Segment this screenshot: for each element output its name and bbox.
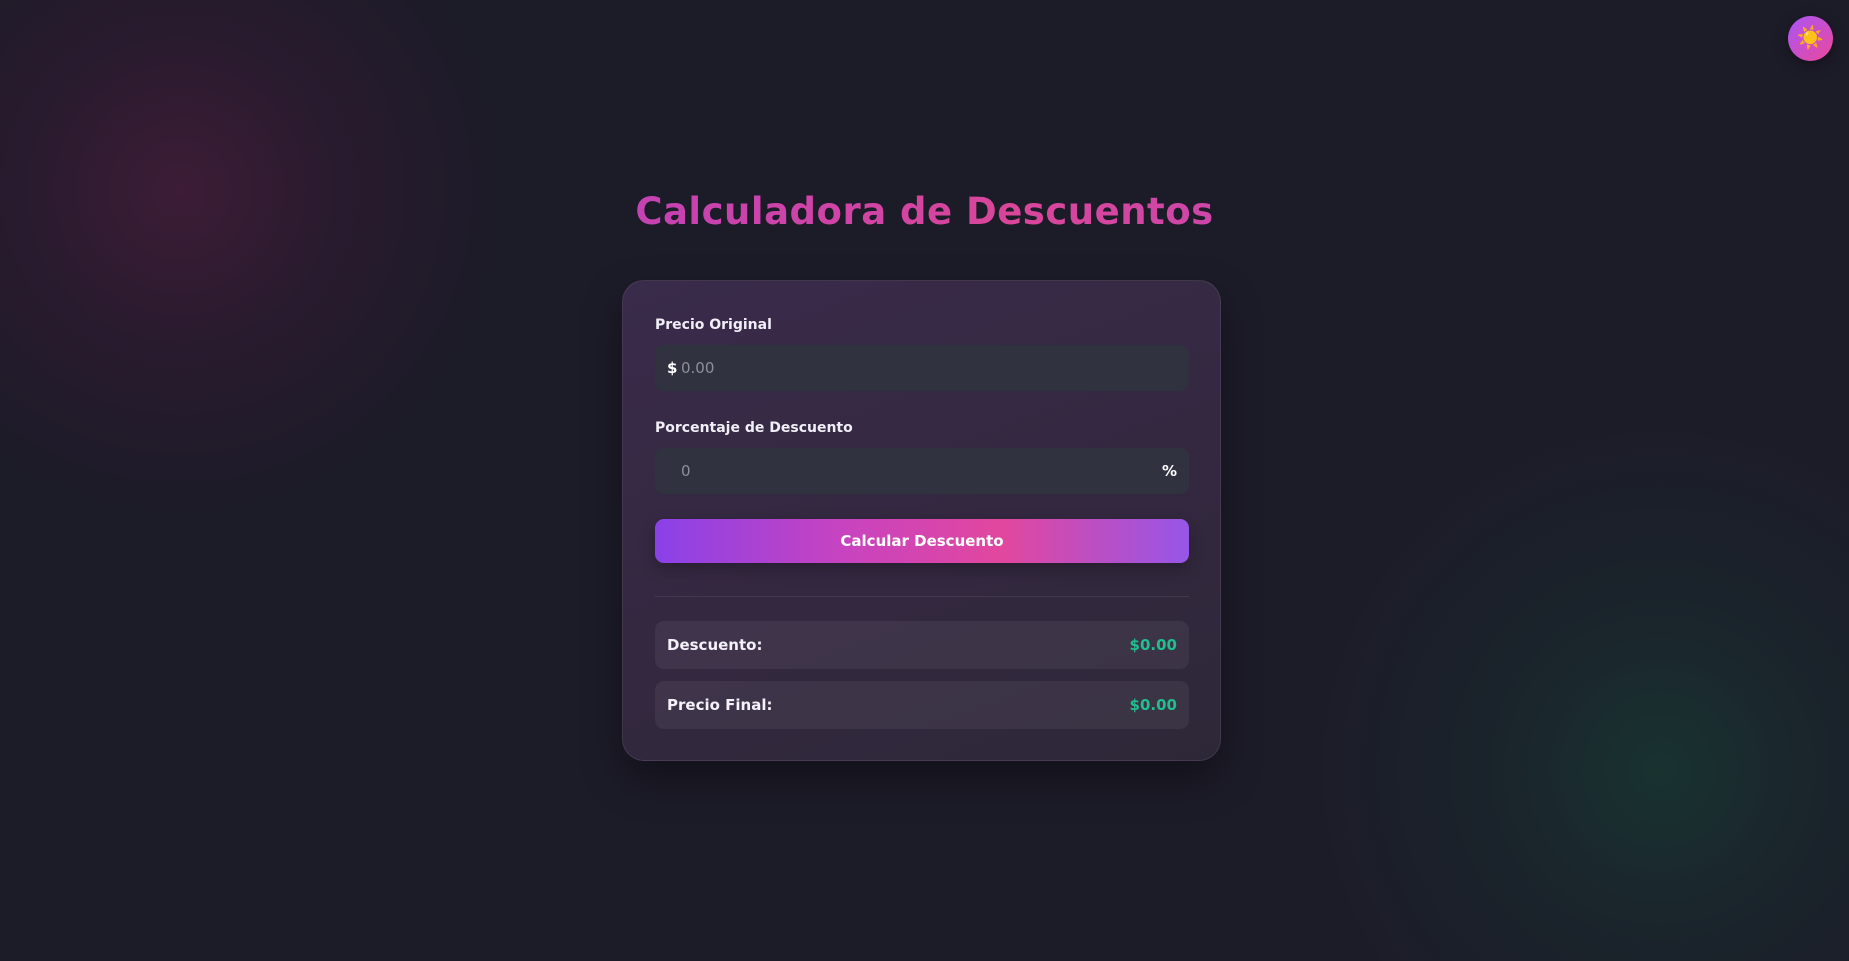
calculator-card: Precio Original $ Porcentaje de Descuent… — [622, 280, 1221, 761]
original-price-label: Precio Original — [655, 317, 772, 333]
divider — [655, 596, 1189, 597]
final-price-result-row: Precio Final: $0.00 — [655, 681, 1189, 729]
dollar-prefix: $ — [667, 359, 678, 377]
discount-percent-field[interactable]: % — [655, 448, 1189, 494]
page-title: Calculadora de Descuentos — [0, 190, 1849, 233]
theme-toggle-button[interactable]: ☀️ — [1788, 16, 1833, 61]
percent-suffix: % — [1161, 462, 1177, 480]
original-price-field[interactable]: $ — [655, 345, 1189, 391]
discount-percent-input[interactable] — [681, 448, 1153, 494]
discount-result-value: $0.00 — [1129, 636, 1177, 654]
final-price-result-value: $0.00 — [1129, 696, 1177, 714]
original-price-input[interactable] — [681, 345, 1153, 391]
discount-result-label: Descuento: — [667, 636, 763, 654]
final-price-result-label: Precio Final: — [667, 696, 773, 714]
calculate-discount-button[interactable]: Calcular Descuento — [655, 519, 1189, 563]
sun-icon: ☀️ — [1796, 25, 1825, 51]
discount-result-row: Descuento: $0.00 — [655, 621, 1189, 669]
discount-percent-label: Porcentaje de Descuento — [655, 420, 853, 436]
